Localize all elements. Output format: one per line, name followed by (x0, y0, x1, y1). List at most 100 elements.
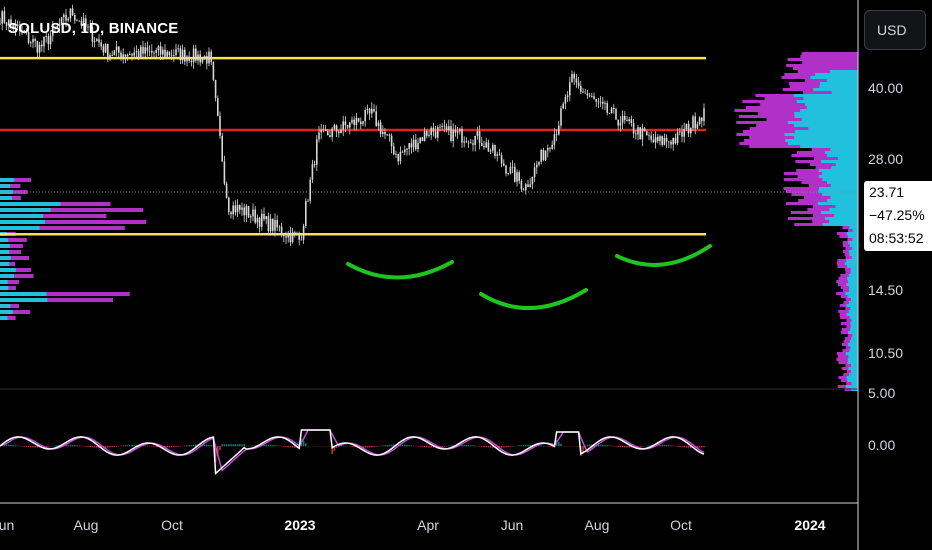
volume-bar (0, 226, 40, 230)
histogram-bar (210, 445, 212, 447)
histogram-bar (443, 446, 446, 447)
candle-body (221, 135, 223, 162)
histogram-bar (54, 445, 56, 447)
histogram-bar (364, 446, 366, 448)
histogram-bar (558, 441, 560, 447)
candle-body (47, 36, 50, 45)
candle-body (283, 234, 285, 237)
histogram-bar (404, 444, 406, 447)
candle-body (573, 73, 575, 79)
volume-bar (0, 214, 44, 218)
candle-body (181, 49, 184, 61)
candle-body (335, 125, 338, 132)
histogram-bar (252, 445, 254, 447)
candle-body (619, 122, 622, 126)
histogram-bar (481, 446, 483, 447)
histogram-bar (245, 445, 248, 447)
histogram-bar (386, 445, 388, 447)
candle-body (322, 129, 325, 130)
histogram-bar (232, 444, 234, 447)
histogram-bar (291, 446, 294, 448)
histogram-bar (406, 444, 408, 447)
volume-bar (0, 268, 16, 272)
volume-bar (845, 385, 858, 388)
candle-body (476, 131, 479, 136)
candle-body (562, 103, 564, 109)
candle-body (201, 57, 204, 63)
candle-body (692, 116, 694, 129)
candle-body (69, 8, 72, 19)
candle-body (225, 183, 228, 198)
histogram-bar (155, 446, 157, 447)
candle-body (362, 121, 364, 125)
candle-body (38, 44, 41, 53)
price-chart[interactable] (0, 0, 932, 550)
volume-bar (822, 223, 858, 226)
histogram-bar (474, 445, 476, 447)
candle-body (265, 216, 267, 220)
candle-body (113, 50, 116, 56)
histogram-bar (131, 444, 133, 447)
volume-bar (851, 319, 858, 322)
candle-body (445, 126, 448, 131)
histogram-bar (166, 446, 168, 448)
histogram-bar (225, 444, 228, 447)
histogram-bar (23, 446, 25, 447)
volume-bar (848, 250, 858, 253)
candle-body (595, 99, 597, 102)
volume-bar (831, 166, 858, 169)
histogram-bar (540, 445, 542, 447)
candle-body (646, 131, 648, 136)
candle-body (148, 50, 151, 52)
candle-body (516, 172, 518, 182)
candle-body (217, 98, 219, 116)
histogram-bar (234, 444, 237, 447)
volume-bar (850, 328, 858, 331)
last-price-badge: 23.71 −47.25% 08:53:52 (864, 181, 932, 251)
volume-bar (794, 124, 858, 127)
volume-bar (850, 271, 858, 274)
histogram-bar (428, 446, 430, 448)
histogram-bar (153, 446, 155, 447)
candle-body (349, 122, 351, 128)
candle-body (617, 119, 619, 126)
candle-body (531, 177, 534, 185)
histogram-bar (698, 446, 701, 448)
volume-bar (0, 280, 8, 284)
candle-body (135, 51, 138, 53)
chart-title: SOLUSD, 1D, BINANCE (8, 20, 179, 37)
histogram-bar (175, 446, 177, 447)
volume-bar (826, 181, 858, 184)
candle-body (452, 129, 454, 141)
candle-body (243, 207, 245, 216)
histogram-bar (124, 445, 127, 447)
candle-body (602, 101, 604, 104)
volume-bar (848, 310, 858, 313)
histogram-bar (382, 445, 384, 447)
volume-bar (847, 379, 858, 382)
candle-body (525, 184, 527, 191)
histogram-bar (390, 444, 393, 447)
candle-body (489, 150, 492, 152)
histogram-bar (410, 445, 413, 447)
candle-body (650, 135, 652, 140)
candle-body (344, 121, 347, 126)
volume-bar (794, 136, 858, 139)
currency-button[interactable]: USD (864, 10, 926, 50)
candle-body (412, 139, 415, 148)
histogram-bar (276, 445, 278, 447)
candle-body (549, 148, 551, 149)
volume-bar (849, 226, 858, 229)
volume-bar (846, 232, 858, 235)
histogram-bar (5, 444, 8, 447)
candle-body (641, 128, 644, 140)
volume-bar (819, 82, 858, 85)
histogram-bar (27, 446, 30, 448)
candle-body (166, 51, 168, 57)
candle-body (230, 212, 232, 215)
volume-bar (0, 316, 8, 320)
histogram-bar (302, 440, 305, 447)
candle-body (316, 139, 318, 165)
candle-body (267, 216, 270, 232)
candle-body (272, 218, 274, 231)
